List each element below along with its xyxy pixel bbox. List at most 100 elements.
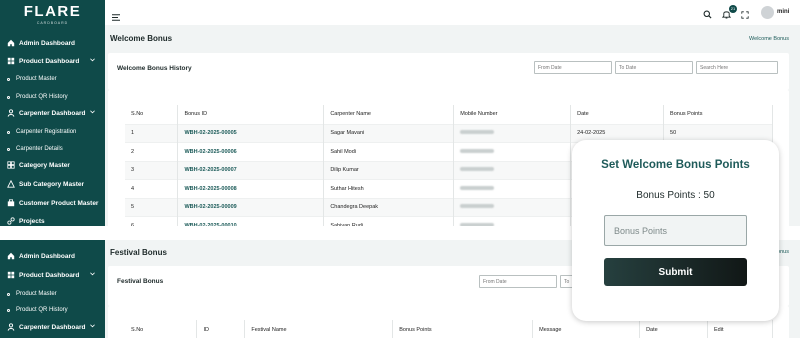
sidebar-item-carpenter-dashboard[interactable]: Carpenter Dashboard	[0, 319, 105, 335]
sidebar-item-label: Carpenter Registration	[16, 129, 77, 135]
sidebar-item-label: Product Master	[16, 291, 57, 297]
sidebar-item-admin-dashboard[interactable]: Admin Dashboard	[0, 35, 105, 51]
sidebar-item-carpenter-registration[interactable]: Carpenter Registration	[0, 124, 105, 140]
from-date-input[interactable]	[479, 275, 557, 288]
sidebar-item-label: Admin Dashboard	[19, 39, 75, 47]
sidebar-item-label: Admin Dashboard	[19, 252, 75, 260]
redacted-mobile	[460, 148, 495, 153]
mobile-number-cell	[453, 142, 572, 161]
bullet-icon	[7, 292, 10, 296]
from-date-input[interactable]	[534, 61, 612, 74]
menu-toggle-icon[interactable]	[112, 8, 120, 26]
mobile-number-cell	[453, 179, 572, 198]
redacted-mobile	[460, 167, 495, 172]
sidebar-item-label: Product Dashboard	[19, 271, 80, 279]
bullet-icon	[7, 77, 10, 81]
bullet-icon	[7, 308, 10, 312]
customer-icon	[6, 199, 15, 208]
sidebar-item-product-qr-history[interactable]: Product QR History	[0, 302, 105, 318]
carpenter-name-cell: Dilip Kumar	[323, 160, 455, 180]
column-header: Date	[570, 105, 665, 124]
column-header: S.No	[125, 320, 198, 338]
sno-cell: 3	[125, 160, 179, 180]
bonus-id-cell[interactable]: WBH-02-2025-00010	[177, 216, 325, 226]
sno-cell: 5	[125, 197, 179, 217]
brand-logo: FLARE	[23, 3, 82, 20]
sidebar: FLARE CARDBOARD Admin Dashboard Product …	[0, 0, 105, 226]
breadcrumb[interactable]: Welcome Bonus	[749, 36, 789, 42]
sidebar-item-label: Product QR History	[16, 94, 68, 100]
sidebar-item-product-master[interactable]: Product Master	[0, 71, 105, 87]
bonus-id-cell[interactable]: WBH-02-2025-00006	[177, 142, 325, 161]
sidebar-item-label: Carpenter Details	[16, 146, 63, 152]
sidebar-item-admin-dashboard[interactable]: Admin Dashboard	[0, 248, 105, 264]
bonus-id-cell[interactable]: WBH-02-2025-00009	[177, 197, 325, 217]
bonus-points-input[interactable]	[604, 215, 747, 246]
mobile-number-cell	[453, 197, 572, 217]
column-header: Message	[532, 320, 641, 338]
chevron-down-icon	[90, 57, 95, 64]
home-icon	[6, 252, 15, 261]
redacted-mobile	[460, 204, 495, 209]
sno-cell: 1	[125, 123, 179, 143]
sno-cell: 6	[125, 216, 179, 226]
current-bonus-points: Bonus Points : 50	[636, 190, 715, 201]
sidebar-item-label: Carpenter Dashboard	[19, 109, 86, 117]
sidebar-item-sub-category-master[interactable]: Sub Category Master	[0, 176, 105, 192]
carpenter-name-cell: Sabiyan Rudi	[323, 216, 455, 226]
projects-icon	[6, 217, 15, 226]
mobile-number-cell	[453, 216, 572, 226]
sidebar-item-category-master[interactable]: Category Master	[0, 157, 105, 173]
sidebar-item-label: Sub Category Master	[19, 180, 85, 188]
redacted-mobile	[460, 130, 495, 135]
page-title: Welcome Bonus	[110, 34, 173, 43]
page-title: Festival Bonus	[110, 248, 167, 257]
search-icon[interactable]	[703, 6, 712, 24]
carpenter-name-cell: Suthar Hitesh	[323, 179, 455, 198]
user-name[interactable]: mini	[777, 9, 789, 15]
table-header: S.No ID Festival Name Bonus Points Messa…	[125, 320, 773, 338]
sidebar-item-customer-product-master[interactable]: Customer Product Master	[0, 195, 105, 211]
sidebar-item-product-dashboard[interactable]: Product Dashboard	[0, 53, 105, 69]
bonus-id-cell[interactable]: WBH-02-2025-00005	[177, 123, 325, 143]
sidebar-item-carpenter-dashboard[interactable]: Carpenter Dashboard	[0, 105, 105, 121]
submit-button[interactable]: Submit	[604, 258, 747, 286]
sno-cell: 2	[125, 142, 179, 161]
modal-title: Set Welcome Bonus Points	[601, 159, 750, 171]
sidebar-item-label: Carpenter Dashboard	[19, 323, 86, 331]
sidebar-item-product-master[interactable]: Product Master	[0, 286, 105, 302]
brand-tagline: CARDBOARD	[36, 21, 69, 25]
bonus-id-cell[interactable]: WBH-02-2025-00007	[177, 160, 325, 180]
to-date-input[interactable]	[615, 61, 693, 74]
chevron-down-icon	[90, 271, 95, 278]
column-header: Edit	[707, 320, 773, 338]
column-header: Date	[639, 320, 708, 338]
column-header: Bonus Points	[663, 105, 773, 124]
column-header: Carpenter Name	[323, 105, 455, 124]
chevron-down-icon	[90, 109, 95, 116]
column-header: S.No	[125, 105, 179, 124]
bullet-icon	[7, 147, 10, 151]
sidebar-item-carpenter-details[interactable]: Carpenter Details	[0, 141, 105, 157]
column-header: Bonus Points	[392, 320, 534, 338]
bonus-id-cell[interactable]: WBH-02-2025-00008	[177, 179, 325, 198]
carpenter-name-cell: Sahil Modi	[323, 142, 455, 161]
sidebar-item-product-qr-history[interactable]: Product QR History	[0, 89, 105, 105]
bullet-icon	[7, 130, 10, 134]
card-title: Welcome Bonus History	[117, 65, 192, 72]
grid-icon	[6, 57, 15, 66]
sub-category-icon	[6, 180, 15, 189]
search-input[interactable]	[696, 61, 778, 74]
fullscreen-icon[interactable]	[741, 6, 749, 24]
carpenter-name-cell: Sagar Mavani	[323, 123, 455, 143]
festival-bonus-table: S.No ID Festival Name Bonus Points Messa…	[125, 320, 773, 338]
sidebar: Admin Dashboard Product Dashboard Produc…	[0, 240, 105, 338]
sidebar-item-projects[interactable]: Projects	[0, 213, 105, 226]
user-icon	[6, 109, 15, 118]
avatar[interactable]	[761, 6, 774, 19]
sidebar-item-product-dashboard[interactable]: Product Dashboard	[0, 267, 105, 283]
notification-badge: 21	[729, 5, 737, 13]
grid-icon	[6, 271, 15, 280]
sidebar-item-label: Product Dashboard	[19, 57, 80, 65]
user-icon	[6, 323, 15, 332]
